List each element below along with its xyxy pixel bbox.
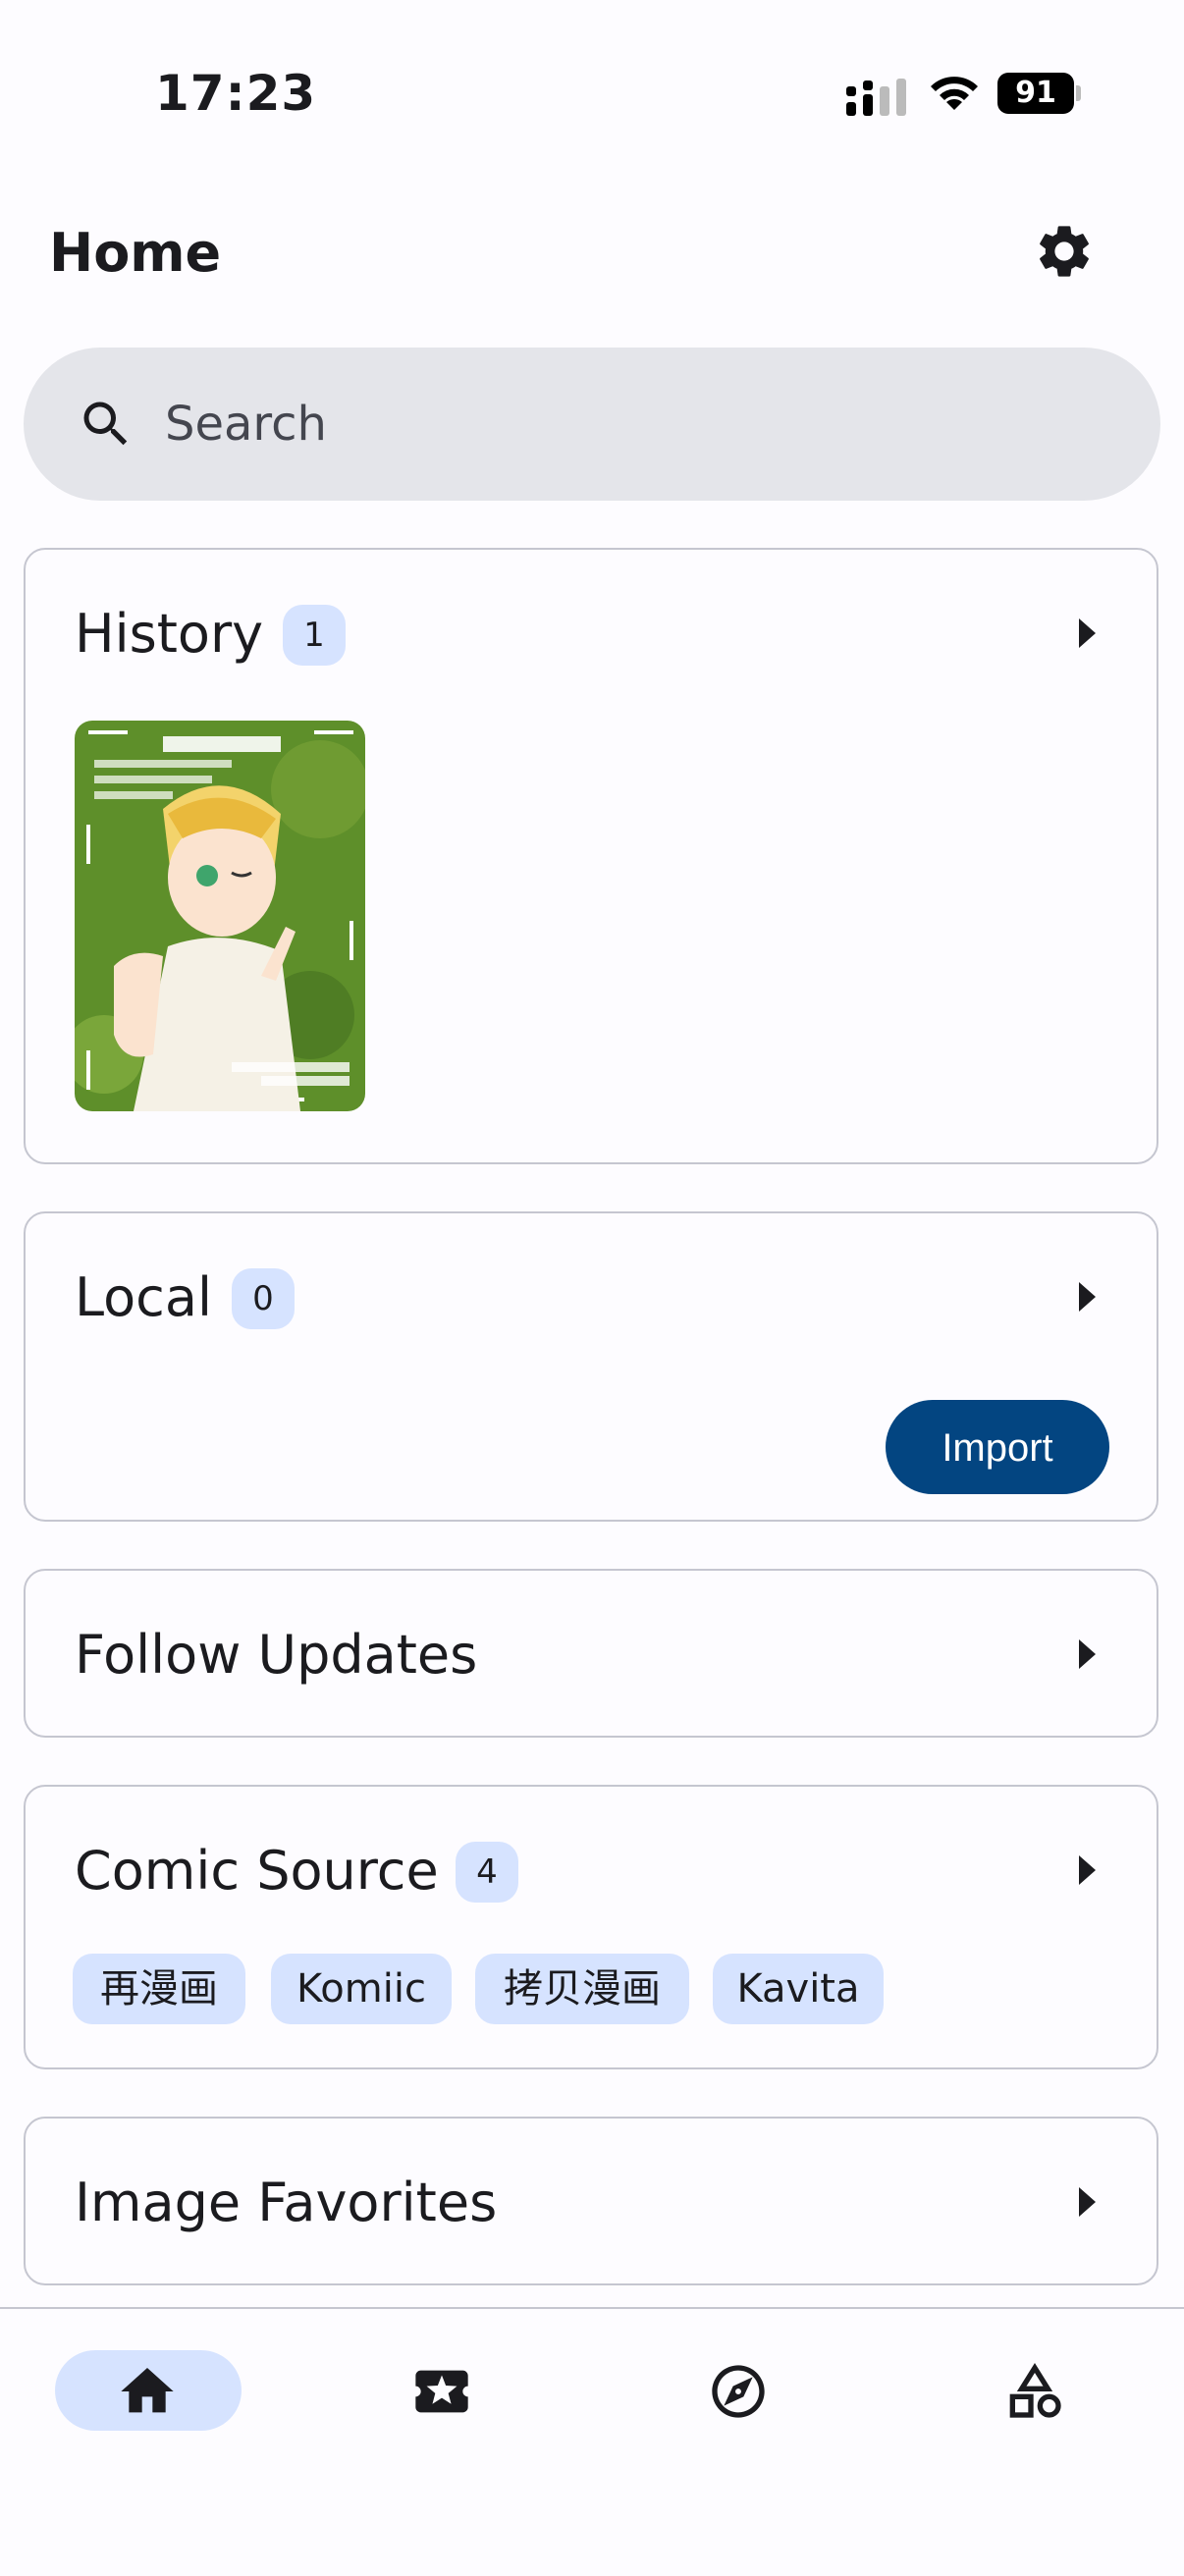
history-card[interactable]: History 1 [24, 548, 1158, 1164]
source-chip[interactable]: Kavita [713, 1954, 884, 2024]
follow-updates-card[interactable]: Follow Updates [24, 1569, 1158, 1738]
gear-icon[interactable] [1033, 220, 1096, 283]
local-card[interactable]: Local 0 Import [24, 1211, 1158, 1522]
chevron-right-icon[interactable] [1079, 2187, 1096, 2217]
comic-source-count-badge: 4 [456, 1842, 518, 1903]
history-comic-cover[interactable] [75, 721, 365, 1111]
source-chip[interactable]: 拷贝漫画 [475, 1954, 689, 2024]
local-count-badge: 0 [232, 1268, 295, 1329]
cellular-signal-icon [846, 79, 906, 116]
chevron-right-icon[interactable] [1079, 1855, 1096, 1885]
search-placeholder: Search [165, 397, 327, 452]
image-favorites-title: Image Favorites [75, 2172, 498, 2233]
status-time: 17:23 [155, 65, 317, 122]
search-icon [83, 402, 128, 446]
home-icon[interactable] [116, 2360, 179, 2423]
battery-level: 91 [997, 73, 1074, 114]
categories-icon[interactable] [1003, 2360, 1066, 2423]
battery-indicator: 91 [997, 73, 1081, 114]
history-title: History [75, 603, 264, 665]
chevron-right-icon[interactable] [1079, 1639, 1096, 1669]
source-chip[interactable]: 再漫画 [73, 1954, 245, 2024]
bottom-navigation [0, 2307, 1184, 2576]
comic-source-title: Comic Source [75, 1840, 439, 1902]
chevron-right-icon[interactable] [1079, 1282, 1096, 1312]
follow-updates-title: Follow Updates [75, 1624, 478, 1686]
image-favorites-card[interactable]: Image Favorites [24, 2117, 1158, 2285]
wifi-icon [931, 77, 978, 110]
import-button[interactable]: Import [886, 1400, 1109, 1494]
local-title: Local [75, 1266, 212, 1328]
page-title: Home [49, 222, 222, 284]
source-chip[interactable]: Komiic [271, 1954, 452, 2024]
history-count-badge: 1 [283, 605, 346, 666]
chevron-right-icon[interactable] [1079, 618, 1096, 648]
ticket-star-icon[interactable] [410, 2360, 473, 2423]
comic-source-card[interactable]: Comic Source 4 再漫画 Komiic 拷贝漫画 Kavita [24, 1785, 1158, 2069]
compass-icon[interactable] [707, 2360, 770, 2423]
comic-cover-image [75, 721, 365, 1111]
